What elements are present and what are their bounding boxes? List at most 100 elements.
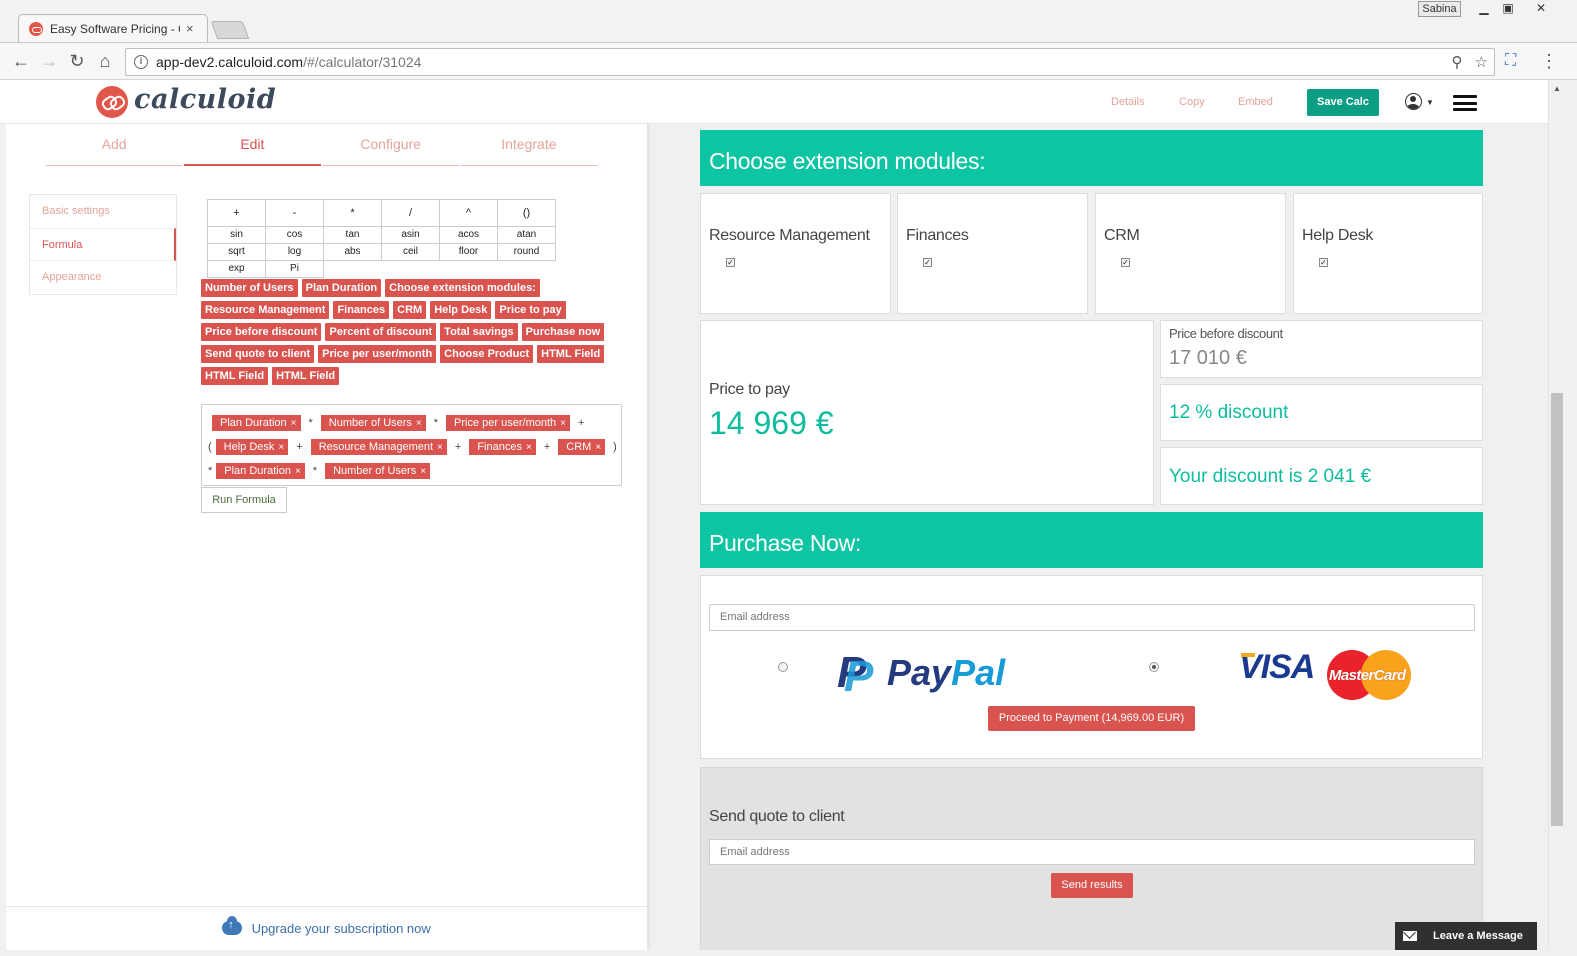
save-calc-button[interactable]: Save Calc: [1307, 89, 1379, 116]
zoom-icon[interactable]: ⚲: [1452, 53, 1463, 71]
send-results-button[interactable]: Send results: [1051, 873, 1133, 898]
operator-multiply-button[interactable]: *: [323, 199, 382, 227]
operator-parentheses-button[interactable]: (): [497, 199, 556, 227]
field-chip[interactable]: Number of Users: [201, 279, 298, 297]
field-chip[interactable]: Percent of discount: [325, 323, 437, 341]
remove-token-icon[interactable]: ×: [526, 442, 532, 453]
quote-email-input[interactable]: Email address: [709, 839, 1475, 865]
tab-edit[interactable]: Edit: [184, 124, 321, 166]
field-chip[interactable]: CRM: [393, 301, 427, 319]
operator-divide-button[interactable]: /: [381, 199, 440, 227]
function-sin-button[interactable]: sin: [207, 226, 266, 244]
tab-close-icon[interactable]: ×: [186, 21, 194, 36]
field-chip[interactable]: HTML Field: [537, 345, 605, 363]
operator-power-button[interactable]: ^: [439, 199, 498, 227]
field-chip[interactable]: HTML Field: [201, 367, 269, 385]
remove-token-icon[interactable]: ×: [416, 418, 422, 429]
formula-token[interactable]: Number of Users ×: [320, 415, 426, 431]
chevron-down-icon[interactable]: ▼: [1426, 98, 1434, 107]
card-radio[interactable]: [1149, 662, 1159, 672]
site-info-icon[interactable]: i: [134, 55, 148, 69]
function-sqrt-button[interactable]: sqrt: [207, 243, 266, 261]
function-round-button[interactable]: round: [497, 243, 556, 261]
field-chip[interactable]: Resource Management: [201, 301, 330, 319]
formula-token[interactable]: Finances ×: [469, 439, 536, 455]
leave-message-button[interactable]: Leave a Message: [1395, 922, 1537, 950]
remove-token-icon[interactable]: ×: [291, 418, 297, 429]
operator-minus-button[interactable]: -: [265, 199, 324, 227]
function-atan-button[interactable]: atan: [497, 226, 556, 244]
remove-token-icon[interactable]: ×: [295, 466, 301, 477]
calculoid-logo-icon[interactable]: [96, 86, 128, 118]
function-ceil-button[interactable]: ceil: [381, 243, 440, 261]
remove-token-icon[interactable]: ×: [437, 442, 443, 453]
remove-token-icon[interactable]: ×: [595, 442, 601, 453]
formula-token[interactable]: CRM ×: [558, 439, 606, 455]
field-chip[interactable]: Plan Duration: [301, 279, 382, 297]
proceed-to-payment-button[interactable]: Proceed to Payment (14,969.00 EUR): [988, 706, 1195, 731]
hamburger-menu-icon[interactable]: [1453, 95, 1477, 111]
tab-configure[interactable]: Configure: [322, 124, 459, 166]
formula-token[interactable]: Price per user/month ×: [446, 415, 570, 431]
bookmark-star-icon[interactable]: ☆: [1475, 53, 1488, 71]
forward-arrow-icon[interactable]: →: [38, 51, 60, 73]
browser-tab[interactable]: Easy Software Pricing - C ×: [18, 14, 208, 42]
function-exp-button[interactable]: exp: [207, 260, 266, 278]
remove-token-icon[interactable]: ×: [560, 418, 566, 429]
formula-token[interactable]: Plan Duration ×: [212, 415, 301, 431]
remove-token-icon[interactable]: ×: [278, 442, 284, 453]
tab-add[interactable]: Add: [46, 124, 183, 166]
field-chip[interactable]: Help Desk: [430, 301, 492, 319]
extension-icon[interactable]: ⛶: [1505, 52, 1523, 70]
formula-token[interactable]: Resource Management ×: [310, 439, 447, 455]
remove-token-icon[interactable]: ×: [420, 466, 426, 477]
scrollbar-thumb[interactable]: [1551, 393, 1563, 826]
field-chip[interactable]: Price before discount: [201, 323, 322, 341]
function-acos-button[interactable]: acos: [439, 226, 498, 244]
embed-link[interactable]: Embed: [1238, 96, 1273, 108]
side-item-formula[interactable]: Formula: [30, 228, 176, 261]
module-checkbox[interactable]: ✓: [726, 258, 735, 267]
user-avatar-icon[interactable]: [1405, 93, 1422, 110]
function-abs-button[interactable]: abs: [323, 243, 382, 261]
formula-token[interactable]: Number of Users ×: [325, 463, 431, 479]
formula-token[interactable]: Plan Duration ×: [216, 463, 305, 479]
minimize-icon[interactable]: ▁: [1473, 1, 1495, 17]
upgrade-link[interactable]: Upgrade your subscription now: [252, 921, 431, 936]
field-chip[interactable]: HTML Field: [272, 367, 340, 385]
restore-icon[interactable]: ▣: [1497, 1, 1519, 17]
purchase-email-input[interactable]: Email address: [709, 604, 1475, 631]
back-arrow-icon[interactable]: ←: [10, 51, 32, 73]
module-checkbox[interactable]: ✓: [1319, 258, 1328, 267]
side-item-appearance[interactable]: Appearance: [30, 261, 176, 294]
function-cos-button[interactable]: cos: [265, 226, 324, 244]
function-floor-button[interactable]: floor: [439, 243, 498, 261]
field-chip[interactable]: Send quote to client: [201, 345, 315, 363]
field-chip[interactable]: Purchase now: [521, 323, 605, 341]
function-tan-button[interactable]: tan: [323, 226, 382, 244]
copy-link[interactable]: Copy: [1179, 96, 1205, 108]
operator-plus-button[interactable]: +: [207, 199, 266, 227]
formula-token[interactable]: Help Desk ×: [215, 439, 289, 455]
browser-profile-badge[interactable]: Sabina: [1418, 1, 1461, 17]
field-chip[interactable]: Total savings: [440, 323, 518, 341]
side-item-basic-settings[interactable]: Basic settings: [30, 195, 176, 228]
module-checkbox[interactable]: ✓: [923, 258, 932, 267]
logo-text[interactable]: calculoid: [134, 84, 276, 115]
function-pi-button[interactable]: Pi: [265, 260, 324, 278]
field-chip[interactable]: Finances: [333, 301, 390, 319]
run-formula-button[interactable]: Run Formula: [201, 487, 287, 513]
field-chip[interactable]: Choose extension modules:: [385, 279, 540, 297]
details-link[interactable]: Details: [1111, 96, 1145, 108]
field-chip[interactable]: Choose Product: [440, 345, 534, 363]
tab-integrate[interactable]: Integrate: [460, 124, 597, 166]
formula-editor[interactable]: Plan Duration × * Number of Users × * Pric…: [201, 404, 622, 486]
reload-icon[interactable]: ↻: [66, 51, 88, 73]
new-tab-button[interactable]: [210, 21, 250, 39]
field-chip[interactable]: Price to pay: [495, 301, 566, 319]
paypal-radio[interactable]: [778, 662, 788, 672]
page-scrollbar[interactable]: ▲: [1548, 80, 1565, 950]
scroll-up-icon[interactable]: ▲: [1553, 84, 1561, 93]
browser-menu-icon[interactable]: ⋮: [1540, 51, 1558, 72]
module-checkbox[interactable]: ✓: [1121, 258, 1130, 267]
